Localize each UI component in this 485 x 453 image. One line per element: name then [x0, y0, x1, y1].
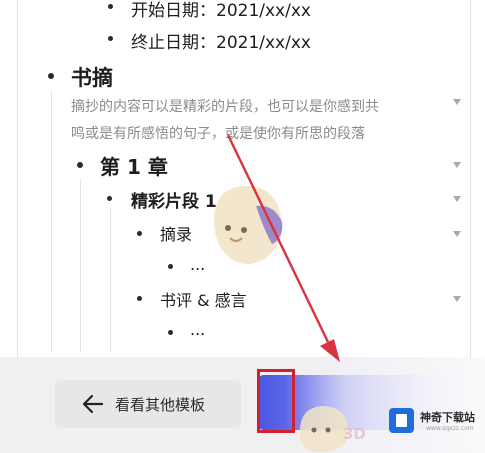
outline-guide-line	[110, 208, 111, 352]
outline-guide-line	[51, 90, 52, 352]
mascot-watermark	[213, 185, 283, 264]
list-bullet	[168, 330, 173, 335]
excerpt-hint[interactable]: 鸣或是有所感悟的句子，或是使你有所思的段落	[71, 123, 365, 143]
blur-overlay	[285, 357, 485, 453]
excerpt-heading[interactable]: 书摘	[71, 62, 113, 92]
list-bullet	[108, 4, 113, 9]
other-templates-button[interactable]: 看看其他模板	[55, 380, 241, 428]
start-date-item[interactable]: 开始日期：2021/xx/xx	[131, 0, 311, 21]
caret-down-icon[interactable]	[453, 99, 461, 105]
passage-heading[interactable]: 精彩片段 1	[131, 187, 217, 212]
review-label[interactable]: 书评 & 感言	[160, 287, 247, 311]
list-bullet	[77, 162, 83, 168]
other-templates-label: 看看其他模板	[115, 395, 206, 414]
review-value[interactable]: ...	[190, 320, 205, 339]
site-logo-icon	[389, 408, 414, 433]
caret-down-icon[interactable]	[453, 231, 461, 237]
watermark-3d: 3D	[343, 425, 366, 443]
arrow-left-icon	[82, 394, 104, 414]
list-bullet	[137, 231, 142, 236]
caret-down-icon[interactable]	[453, 162, 461, 168]
end-date-item[interactable]: 终止日期：2021/xx/xx	[131, 28, 311, 53]
quote-label[interactable]: 摘录	[160, 221, 192, 245]
chapter-heading[interactable]: 第 1 章	[100, 151, 168, 180]
list-bullet	[107, 196, 112, 201]
caret-down-icon[interactable]	[453, 296, 461, 302]
quote-value[interactable]: ...	[190, 255, 205, 274]
excerpt-hint[interactable]: 摘抄的内容可以是精彩的片段，也可以是你感到共	[71, 96, 379, 116]
list-bullet	[168, 264, 173, 269]
list-bullet	[137, 296, 142, 301]
list-bullet	[108, 36, 113, 41]
caret-down-icon[interactable]	[453, 196, 461, 202]
annotation-highlight-box	[257, 369, 295, 433]
watermark-site-name: 神奇下载站	[420, 411, 475, 424]
list-bullet	[48, 73, 54, 79]
outline-guide-line	[80, 178, 81, 352]
watermark-site-url: www.sqxzz.com	[426, 425, 474, 432]
